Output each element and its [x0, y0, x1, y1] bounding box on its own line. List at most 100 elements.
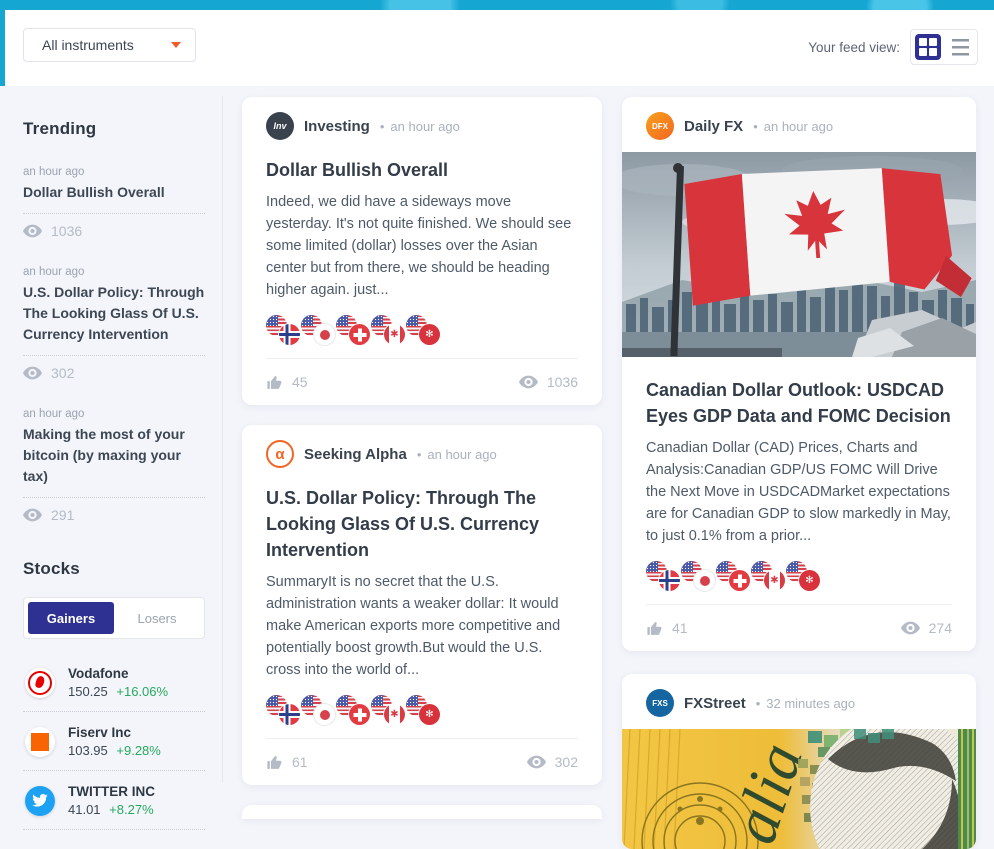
flag-nok-icon: [659, 570, 680, 591]
sidebar: Trending an hour ago Dollar Bullish Over…: [23, 86, 205, 830]
chevron-down-icon: [171, 42, 181, 48]
article-image-canadian-flag[interactable]: [622, 152, 976, 357]
source-name[interactable]: Daily FX: [684, 118, 743, 135]
currency-pair-icon-usd-nok[interactable]: [266, 315, 300, 345]
views-count: 291: [51, 507, 74, 523]
views-counter: 302: [527, 754, 578, 770]
eye-icon: [527, 755, 546, 769]
stock-row-vodafone[interactable]: Vodafone 150.25 +16.06%: [23, 653, 205, 712]
article-excerpt: Indeed, we did have a sideways move yest…: [266, 191, 578, 301]
eye-icon: [901, 621, 920, 635]
currency-pair-icon-usd-chf[interactable]: [716, 561, 750, 591]
trending-item-views: 302: [23, 365, 205, 381]
article-title[interactable]: Dollar Bullish Overall: [266, 157, 578, 183]
stock-price: 41.01: [68, 802, 101, 817]
eye-icon: [23, 366, 42, 380]
eye-icon: [23, 508, 42, 522]
currency-pair-icon-usd-chf[interactable]: [336, 315, 370, 345]
instrument-flags: [266, 695, 578, 725]
stocks-tab-group: Gainers Losers: [23, 597, 205, 639]
currency-pair-icon-usd-jpy[interactable]: [301, 315, 335, 345]
currency-pair-icon-usd-jpy[interactable]: [301, 695, 335, 725]
flag-jpy-icon: [694, 570, 715, 591]
sidebar-divider: [222, 96, 223, 782]
post-time: an hour ago: [417, 447, 497, 462]
stock-row-twitter[interactable]: TWITTER INC 41.01 +8.27%: [23, 771, 205, 830]
currency-pair-icon-usd-nok[interactable]: [646, 561, 680, 591]
flag-chf-icon: [349, 324, 370, 345]
card-footer: 41 274: [646, 605, 952, 651]
trending-item-time: an hour ago: [23, 266, 205, 278]
currency-pair-icon-usd-cad[interactable]: [371, 695, 405, 725]
stock-name: TWITTER INC: [68, 784, 155, 799]
source-name[interactable]: FXStreet: [684, 695, 746, 712]
source-name[interactable]: Investing: [304, 118, 370, 135]
page-header: All instruments Your feed view:: [0, 10, 994, 86]
flag-hkd-icon: [419, 324, 440, 345]
currency-pair-icon-usd-cad[interactable]: [371, 315, 405, 345]
likes-count: 45: [292, 374, 308, 390]
trending-item-title[interactable]: Dollar Bullish Overall: [23, 182, 205, 214]
eye-icon: [23, 224, 42, 238]
views-count: 274: [929, 620, 952, 636]
flag-hkd-icon: [799, 570, 820, 591]
likes-count: 41: [672, 620, 688, 636]
flag-cad-icon: [384, 704, 405, 725]
currency-pair-icon-usd-nok[interactable]: [266, 695, 300, 725]
currency-pair-icon-usd-hkd[interactable]: [406, 695, 440, 725]
currency-pair-icon-usd-hkd[interactable]: [406, 315, 440, 345]
article-title[interactable]: Canadian Dollar Outlook: USDCAD Eyes GDP…: [646, 377, 952, 429]
currency-pair-icon-usd-hkd[interactable]: [786, 561, 820, 591]
stock-price-line: 150.25 +16.06%: [68, 684, 168, 699]
article-image-aud-banknote[interactable]: alia: [622, 729, 976, 849]
source-name[interactable]: Seeking Alpha: [304, 446, 407, 463]
instrument-flags: [646, 561, 952, 591]
flag-jpy-icon: [314, 704, 335, 725]
trending-item: an hour ago Dollar Bullish Overall 1036: [23, 166, 205, 239]
seeking-alpha-logo: α: [266, 440, 294, 468]
trending-item-title[interactable]: Making the most of your bitcoin (by maxi…: [23, 424, 205, 498]
currency-pair-icon-usd-chf[interactable]: [336, 695, 370, 725]
currency-pair-icon-usd-cad[interactable]: [751, 561, 785, 591]
trending-heading: Trending: [23, 119, 205, 139]
thumbs-up-icon: [266, 374, 283, 391]
instrument-filter-dropdown[interactable]: All instruments: [23, 28, 196, 62]
thumbs-up-icon: [266, 754, 283, 771]
trending-item: an hour ago U.S. Dollar Policy: Through …: [23, 266, 205, 381]
next-card-partial[interactable]: [242, 805, 602, 819]
twitter-logo: [25, 786, 55, 816]
views-counter: 274: [901, 620, 952, 636]
trending-item-title[interactable]: U.S. Dollar Policy: Through The Looking …: [23, 282, 205, 356]
card-header: Inv Investing an hour ago: [266, 97, 578, 140]
article-title[interactable]: U.S. Dollar Policy: Through The Looking …: [266, 485, 578, 563]
like-button[interactable]: 41: [646, 620, 688, 637]
main-content: Trending an hour ago Dollar Bullish Over…: [0, 86, 994, 782]
article-excerpt: Canadian Dollar (CAD) Prices, Charts and…: [646, 437, 952, 547]
top-accent-bar: [0, 0, 994, 10]
currency-pair-icon-usd-jpy[interactable]: [681, 561, 715, 591]
investing-logo: Inv: [266, 112, 294, 140]
stock-change: +9.28%: [116, 743, 160, 758]
stock-row-fiserv[interactable]: Fiserv Inc 103.95 +9.28%: [23, 712, 205, 771]
like-button[interactable]: 61: [266, 754, 308, 771]
feed-view-switcher: Your feed view:: [808, 28, 978, 66]
article-excerpt: SummaryIt is no secret that the U.S. adm…: [266, 571, 578, 681]
tab-gainers[interactable]: Gainers: [28, 602, 114, 634]
fiserv-logo: [25, 727, 55, 757]
grid-view-icon[interactable]: [915, 34, 941, 60]
trending-item-views: 291: [23, 507, 205, 523]
stock-name: Fiserv Inc: [68, 725, 161, 740]
thumbs-up-icon: [646, 620, 663, 637]
view-toggle-group: [910, 29, 978, 65]
views-count: 1036: [547, 374, 578, 390]
flag-nok-icon: [279, 324, 300, 345]
fxstreet-logo: FXS: [646, 689, 674, 717]
twitter-bird-icon: [32, 794, 48, 807]
card-header: DFX Daily FX an hour ago: [646, 97, 952, 140]
list-view-icon[interactable]: [947, 34, 973, 60]
views-counter: 1036: [519, 374, 578, 390]
views-count: 302: [51, 365, 74, 381]
vodafone-logo: [25, 668, 55, 698]
tab-losers[interactable]: Losers: [114, 602, 200, 634]
like-button[interactable]: 45: [266, 374, 308, 391]
